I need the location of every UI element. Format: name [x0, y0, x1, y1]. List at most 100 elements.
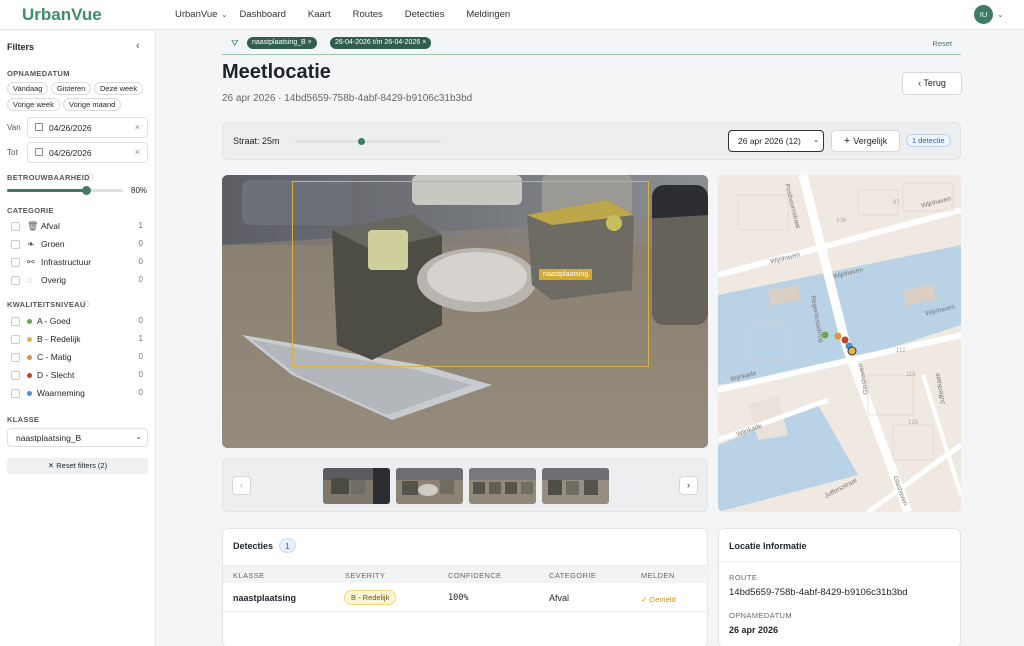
category-count: 0	[138, 239, 143, 248]
calendar-icon	[35, 123, 43, 131]
collapse-chevron-icon[interactable]: ‹	[136, 40, 140, 52]
brand-logo[interactable]: UrbanVue	[22, 5, 102, 25]
klasse-heading: KLASSE	[7, 415, 40, 424]
checkbox[interactable]	[11, 317, 20, 326]
table-header: KLASSE SEVERITY CONFIDENCE CATEGORIE MEL…	[223, 565, 709, 583]
quick-gisteren[interactable]: Gisteren	[51, 82, 92, 95]
calendar-icon	[35, 148, 43, 156]
locatie-card: Locatie Informatie ROUTE 14bd5659-758b-4…	[718, 528, 962, 646]
checkbox[interactable]	[11, 240, 20, 249]
quality-count: 1	[138, 334, 143, 343]
date-select-value: 26 apr 2026 (12)	[738, 136, 801, 146]
bbox-label: naastplaatsing	[539, 269, 593, 280]
checkbox[interactable]	[11, 258, 20, 267]
chevron-down-icon[interactable]: ⌄	[997, 10, 1004, 19]
nav-meldingen[interactable]: Meldingen	[466, 9, 510, 20]
checkbox[interactable]	[11, 371, 20, 380]
col-categorie[interactable]: CATEGORIE	[549, 571, 596, 580]
category-count: 0	[138, 275, 143, 284]
quality-b[interactable]: B - Redelijk 1	[11, 333, 148, 347]
checkbox[interactable]	[11, 335, 20, 344]
row-melden-status[interactable]: ✓ Gemeld	[641, 595, 676, 604]
active-filters-bar: ⛛ naastplaatsing_B × 26-04-2026 t/m 26-0…	[222, 35, 961, 55]
info-icon[interactable]: ⓘ	[85, 172, 93, 183]
category-overig[interactable]: ◌ Overig 0	[11, 274, 148, 288]
vergelijk-button[interactable]: + Vergelijk	[831, 130, 900, 152]
route-value: 14bd5659-758b-4abf-8429-b9106c31b3bd	[729, 587, 908, 598]
street-photo[interactable]: naastplaatsing	[222, 175, 708, 448]
categorie-heading: CATEGORIE	[7, 206, 54, 215]
date-select[interactable]: 26 apr 2026 (12) ⌄	[728, 130, 824, 152]
thumbnail-2[interactable]	[396, 468, 463, 504]
thumbnail-1[interactable]	[323, 468, 390, 504]
back-label: Terug	[923, 78, 946, 88]
main-nav: UrbanVue Dashboard Kaart Routes Detectie…	[175, 9, 532, 20]
quality-waarneming[interactable]: Waarneming 0	[11, 387, 148, 401]
thumbnail-3[interactable]	[469, 468, 536, 504]
checkbox[interactable]	[11, 389, 20, 398]
quality-d[interactable]: D - Slecht 0	[11, 369, 148, 383]
col-klasse[interactable]: KLASSE	[233, 571, 265, 580]
reset-filters-label: Reset filters (2)	[56, 461, 108, 470]
bridge-icon: ⚯	[27, 257, 35, 267]
slider-thumb[interactable]	[81, 186, 91, 195]
klasse-select[interactable]: naastplaatsing_B ⌄	[7, 428, 148, 447]
close-icon[interactable]: ×	[422, 39, 426, 46]
betrouwbaarheid-slider[interactable]	[7, 186, 123, 195]
nav-dashboard[interactable]: Dashboard	[239, 9, 285, 20]
category-afval[interactable]: 🗑 Afval 1	[11, 220, 148, 234]
info-icon[interactable]: ⓘ	[81, 299, 89, 310]
checkbox[interactable]	[11, 276, 20, 285]
quick-vandaag[interactable]: Vandaag	[7, 82, 49, 95]
clear-icon[interactable]: ×	[135, 122, 140, 132]
nav-urbanvue[interactable]: UrbanVue	[175, 9, 217, 20]
opnamedatum-label: OPNAMEDATUM	[729, 611, 793, 620]
straat-slider[interactable]	[295, 138, 441, 145]
tot-date-field[interactable]: 04/26/2026 ×	[27, 142, 148, 163]
detection-count-badge: 1 detectie	[906, 134, 951, 147]
back-button[interactable]: ‹ Terug	[902, 72, 962, 95]
nav-detecties[interactable]: Detecties	[405, 9, 445, 20]
slider-thumb[interactable]	[357, 138, 365, 145]
quality-c[interactable]: C - Matig 0	[11, 351, 148, 365]
quality-dot	[27, 337, 32, 342]
van-date-field[interactable]: 04/26/2026 ×	[27, 117, 148, 138]
location-map[interactable]: Posthoornstraat Wijnhaven Wijnhaven Wijn…	[718, 175, 961, 512]
filter-tag-date[interactable]: 26-04-2026 t/m 26-04-2026 ×	[330, 37, 432, 49]
category-label: Afval	[41, 221, 60, 231]
thumbnail-strip: ‹ ›	[222, 458, 708, 512]
col-confidence[interactable]: CONFIDENCE	[448, 571, 502, 580]
reset-filters-button[interactable]: ✕ Reset filters (2)	[7, 458, 148, 474]
quick-vorige-week[interactable]: Vorige week	[7, 98, 60, 111]
category-groen[interactable]: ❧ Groen 0	[11, 238, 148, 252]
next-image-button[interactable]: ›	[679, 476, 698, 495]
nav-routes[interactable]: Routes	[353, 9, 383, 20]
filters-reset-link[interactable]: Reset	[932, 39, 952, 48]
quality-a[interactable]: A - Goed 0	[11, 315, 148, 329]
filter-sidebar: Filters ‹ OPNAMEDATUM Vandaag Gisteren D…	[0, 31, 156, 646]
category-infrastructuur[interactable]: ⚯ Infrastructuur 0	[11, 256, 148, 270]
nav-kaart[interactable]: Kaart	[308, 9, 331, 20]
close-icon[interactable]: ×	[308, 39, 312, 46]
checkbox[interactable]	[11, 222, 20, 231]
prev-image-button[interactable]: ‹	[232, 476, 251, 495]
quality-count: 0	[138, 316, 143, 325]
quality-dot	[27, 319, 32, 324]
thumbnail-4[interactable]	[542, 468, 609, 504]
detection-bounding-box[interactable]: naastplaatsing	[292, 181, 649, 367]
row-klasse: naastplaatsing	[233, 593, 297, 603]
quality-label: C - Matig	[37, 352, 72, 362]
map-house-number: 125	[908, 420, 919, 426]
detecties-count: 1	[279, 538, 296, 553]
chevron-down-icon[interactable]: ⌄	[221, 10, 228, 19]
betrouwbaarheid-value: 80%	[131, 186, 148, 195]
quick-deze-week[interactable]: Deze week	[94, 82, 144, 95]
checkbox[interactable]	[11, 353, 20, 362]
vergelijk-label: Vergelijk	[853, 136, 888, 146]
col-severity[interactable]: SEVERITY	[345, 571, 385, 580]
quick-vorige-maand[interactable]: Vorige maand	[63, 98, 122, 111]
filter-tag-klasse[interactable]: naastplaatsing_B ×	[247, 37, 317, 49]
clear-icon[interactable]: ×	[135, 147, 140, 157]
col-melden[interactable]: MELDEN	[641, 571, 675, 580]
avatar[interactable]: IU	[974, 5, 993, 24]
